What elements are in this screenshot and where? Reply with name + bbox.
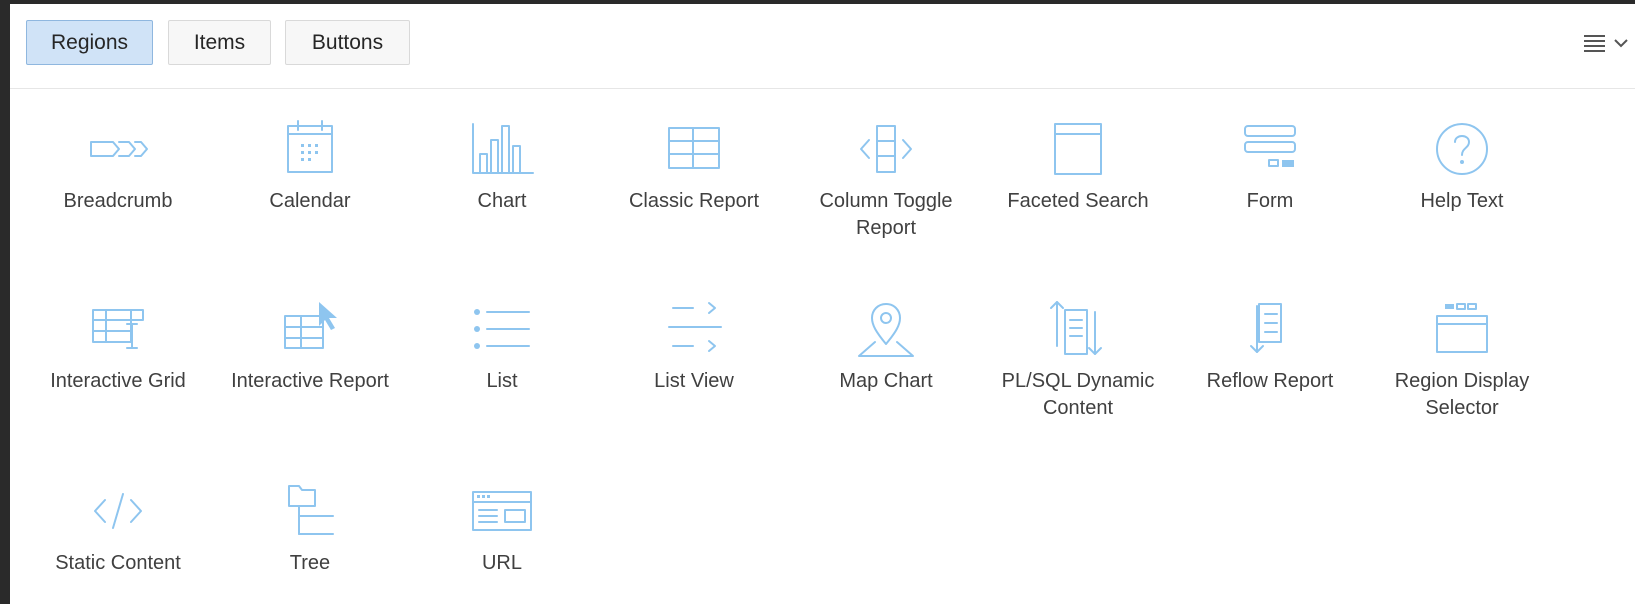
list-menu-icon — [1584, 35, 1605, 52]
bar-chart-icon — [467, 118, 537, 180]
code-icon — [83, 480, 153, 542]
region-item-label: Help Text — [1420, 190, 1504, 212]
region-item-reflow-report[interactable]: Reflow Report — [1175, 268, 1365, 418]
region-item-label: Form — [1246, 190, 1294, 212]
tree-icon — [275, 480, 345, 542]
column-toggle-icon — [851, 118, 921, 180]
region-item-label: Reflow Report — [1206, 370, 1334, 392]
tab-items[interactable]: Items — [168, 20, 271, 65]
region-item-help-text[interactable]: Help Text — [1367, 88, 1557, 238]
region-item-classic-report[interactable]: Classic Report — [599, 88, 789, 238]
window-icon — [1043, 118, 1113, 180]
table-icon — [659, 118, 729, 180]
region-item-breadcrumb[interactable]: Breadcrumb — [23, 88, 213, 238]
region-item-label: PL/SQL Dynamic Content — [1001, 370, 1155, 419]
region-item-tree[interactable]: Tree — [215, 450, 405, 600]
calendar-icon — [275, 118, 345, 180]
region-item-region-display-selector[interactable]: Region Display Selector — [1367, 268, 1557, 419]
region-item-label: Interactive Grid — [50, 370, 186, 392]
region-item-label: Static Content — [55, 552, 181, 574]
list-view-icon — [659, 298, 729, 360]
region-item-label: Breadcrumb — [63, 190, 173, 212]
region-item-url[interactable]: URL — [407, 450, 597, 600]
chevron-down-icon — [1614, 39, 1628, 48]
region-item-label: List — [486, 370, 518, 392]
region-item-label: Calendar — [269, 190, 351, 212]
region-gallery-panel: Regions Items Buttons Breadcrumb Calenda… — [10, 4, 1635, 604]
region-item-static-content[interactable]: Static Content — [23, 450, 213, 600]
region-item-label: Interactive Report — [231, 370, 389, 392]
map-pin-icon — [851, 298, 921, 360]
region-selector-icon — [1427, 298, 1497, 360]
region-item-column-toggle-report[interactable]: Column Toggle Report — [791, 88, 981, 239]
region-item-interactive-report[interactable]: Interactive Report — [215, 268, 405, 418]
interactive-report-icon — [275, 298, 345, 360]
region-item-list[interactable]: List — [407, 268, 597, 418]
region-item-label: Faceted Search — [1007, 190, 1149, 212]
reflow-report-icon — [1235, 298, 1305, 360]
tab-regions[interactable]: Regions — [26, 20, 153, 65]
region-item-faceted-search[interactable]: Faceted Search — [983, 88, 1173, 238]
gallery-toolbar: Regions Items Buttons — [10, 4, 1635, 89]
region-item-form[interactable]: Form — [1175, 88, 1365, 238]
region-item-label: URL — [481, 552, 522, 574]
region-item-list-view[interactable]: List View — [599, 268, 789, 418]
help-icon — [1427, 118, 1497, 180]
region-item-interactive-grid[interactable]: Interactive Grid — [23, 268, 213, 418]
region-item-label: Chart — [477, 190, 527, 212]
region-item-chart[interactable]: Chart — [407, 88, 597, 238]
region-item-label: Region Display Selector — [1394, 370, 1530, 419]
plsql-dynamic-icon — [1043, 298, 1113, 360]
region-item-calendar[interactable]: Calendar — [215, 88, 405, 238]
region-item-label: List View — [654, 370, 734, 392]
view-menu-toggle[interactable] — [1569, 28, 1629, 58]
list-icon — [467, 298, 537, 360]
region-item-label: Classic Report — [628, 190, 760, 212]
region-item-label: Tree — [289, 552, 331, 574]
interactive-grid-icon — [83, 298, 153, 360]
form-icon — [1235, 118, 1305, 180]
region-item-label: Column Toggle Report — [819, 190, 953, 239]
region-item-plsql-dynamic-content[interactable]: PL/SQL Dynamic Content — [983, 268, 1173, 419]
url-icon — [467, 480, 537, 542]
region-grid: Breadcrumb Calendar Chart Classic Report… — [10, 88, 1635, 604]
breadcrumb-icon — [83, 118, 153, 180]
region-item-label: Map Chart — [839, 370, 933, 392]
region-item-map-chart[interactable]: Map Chart — [791, 268, 981, 418]
tab-buttons[interactable]: Buttons — [285, 20, 410, 65]
